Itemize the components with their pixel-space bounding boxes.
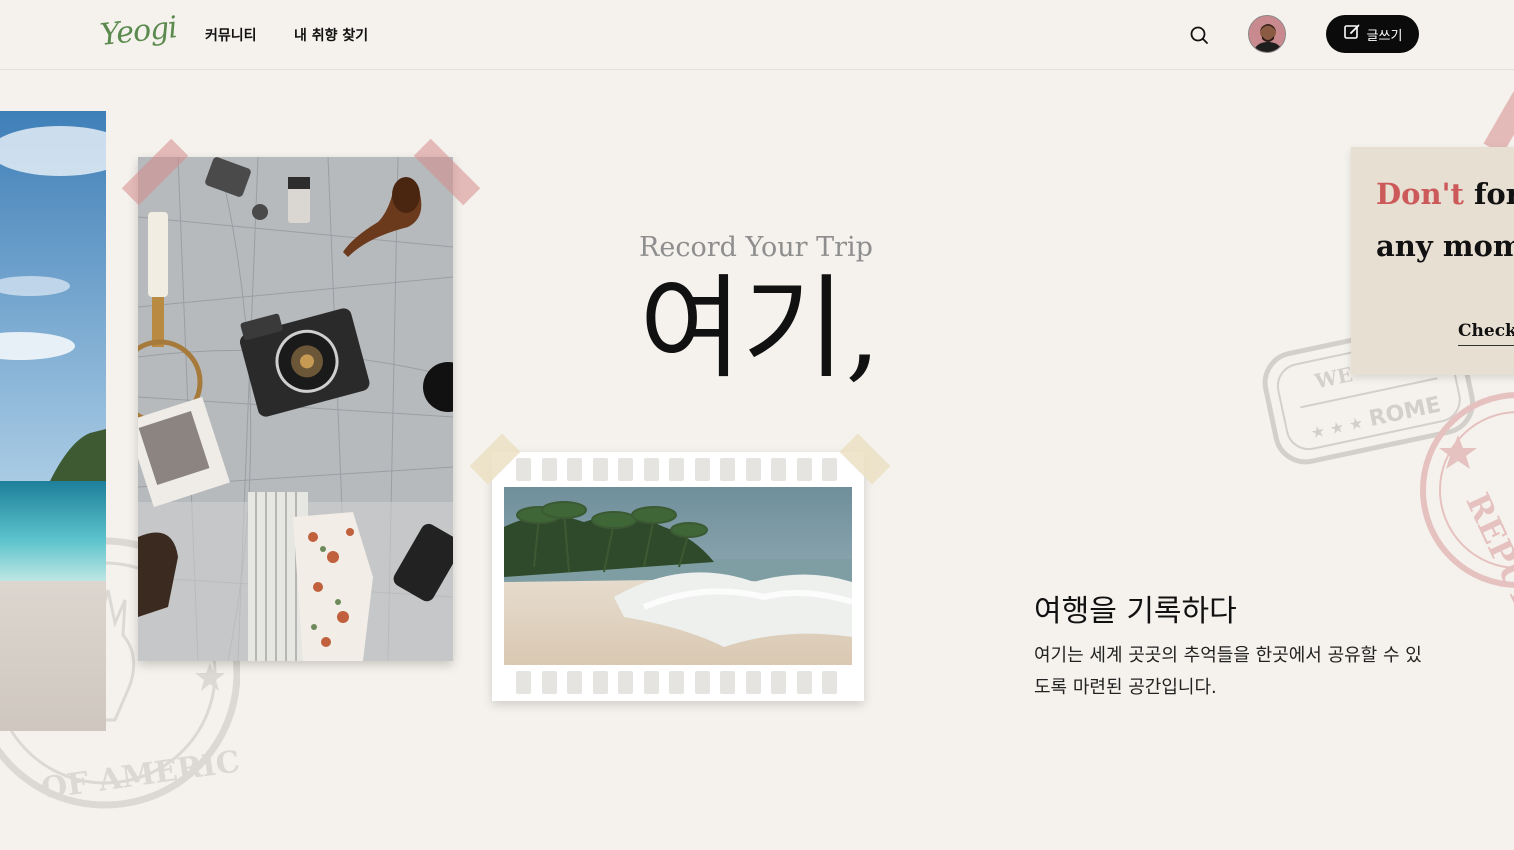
- description-title: 여행을 기록하다: [1034, 594, 1237, 629]
- film-strip: [492, 452, 864, 701]
- note-check-link[interactable]: Check: [1458, 321, 1514, 346]
- note-headline-rest: forg: [1473, 177, 1514, 211]
- note-headline-2: any mome: [1376, 229, 1514, 263]
- stamp-republic-text: REPUBL: [1458, 487, 1514, 640]
- palm-beach-photo: [504, 487, 852, 665]
- avatar[interactable]: [1248, 15, 1286, 53]
- note-accent: Don't: [1376, 177, 1464, 211]
- tape-decoration: [1483, 91, 1514, 155]
- stamp-right-top-text: WE: [1312, 362, 1355, 394]
- beach-photo: [0, 111, 106, 731]
- edit-icon: [1343, 23, 1361, 45]
- travel-map-photo: [138, 157, 453, 661]
- site-header: Yeogi 커뮤니티 내 취향 찾기 글쓰기: [0, 0, 1514, 70]
- note-headline-1: Don't forg: [1376, 177, 1514, 211]
- write-label: 글쓰기: [1366, 28, 1403, 44]
- description-body: 여기는 세계 곳곳의 추억들을 한곳에서 공유할 수 있도록 마련된 공간입니다…: [1034, 645, 1422, 698]
- logo[interactable]: Yeogi: [98, 10, 178, 53]
- stamp-right-text: ROME: [1367, 392, 1443, 432]
- write-button[interactable]: 글쓰기: [1326, 15, 1419, 53]
- hero-title: 여기,: [639, 264, 881, 394]
- svg-text:★ ★ ★: ★ ★ ★: [1309, 413, 1365, 443]
- search-icon[interactable]: [1188, 24, 1210, 46]
- hero-subtitle: Record Your Trip: [639, 232, 873, 263]
- nav-community[interactable]: 커뮤니티: [205, 25, 257, 45]
- note-card: Don't forg any mome Check: [1351, 147, 1514, 375]
- nav-find-taste[interactable]: 내 취향 찾기: [294, 25, 368, 45]
